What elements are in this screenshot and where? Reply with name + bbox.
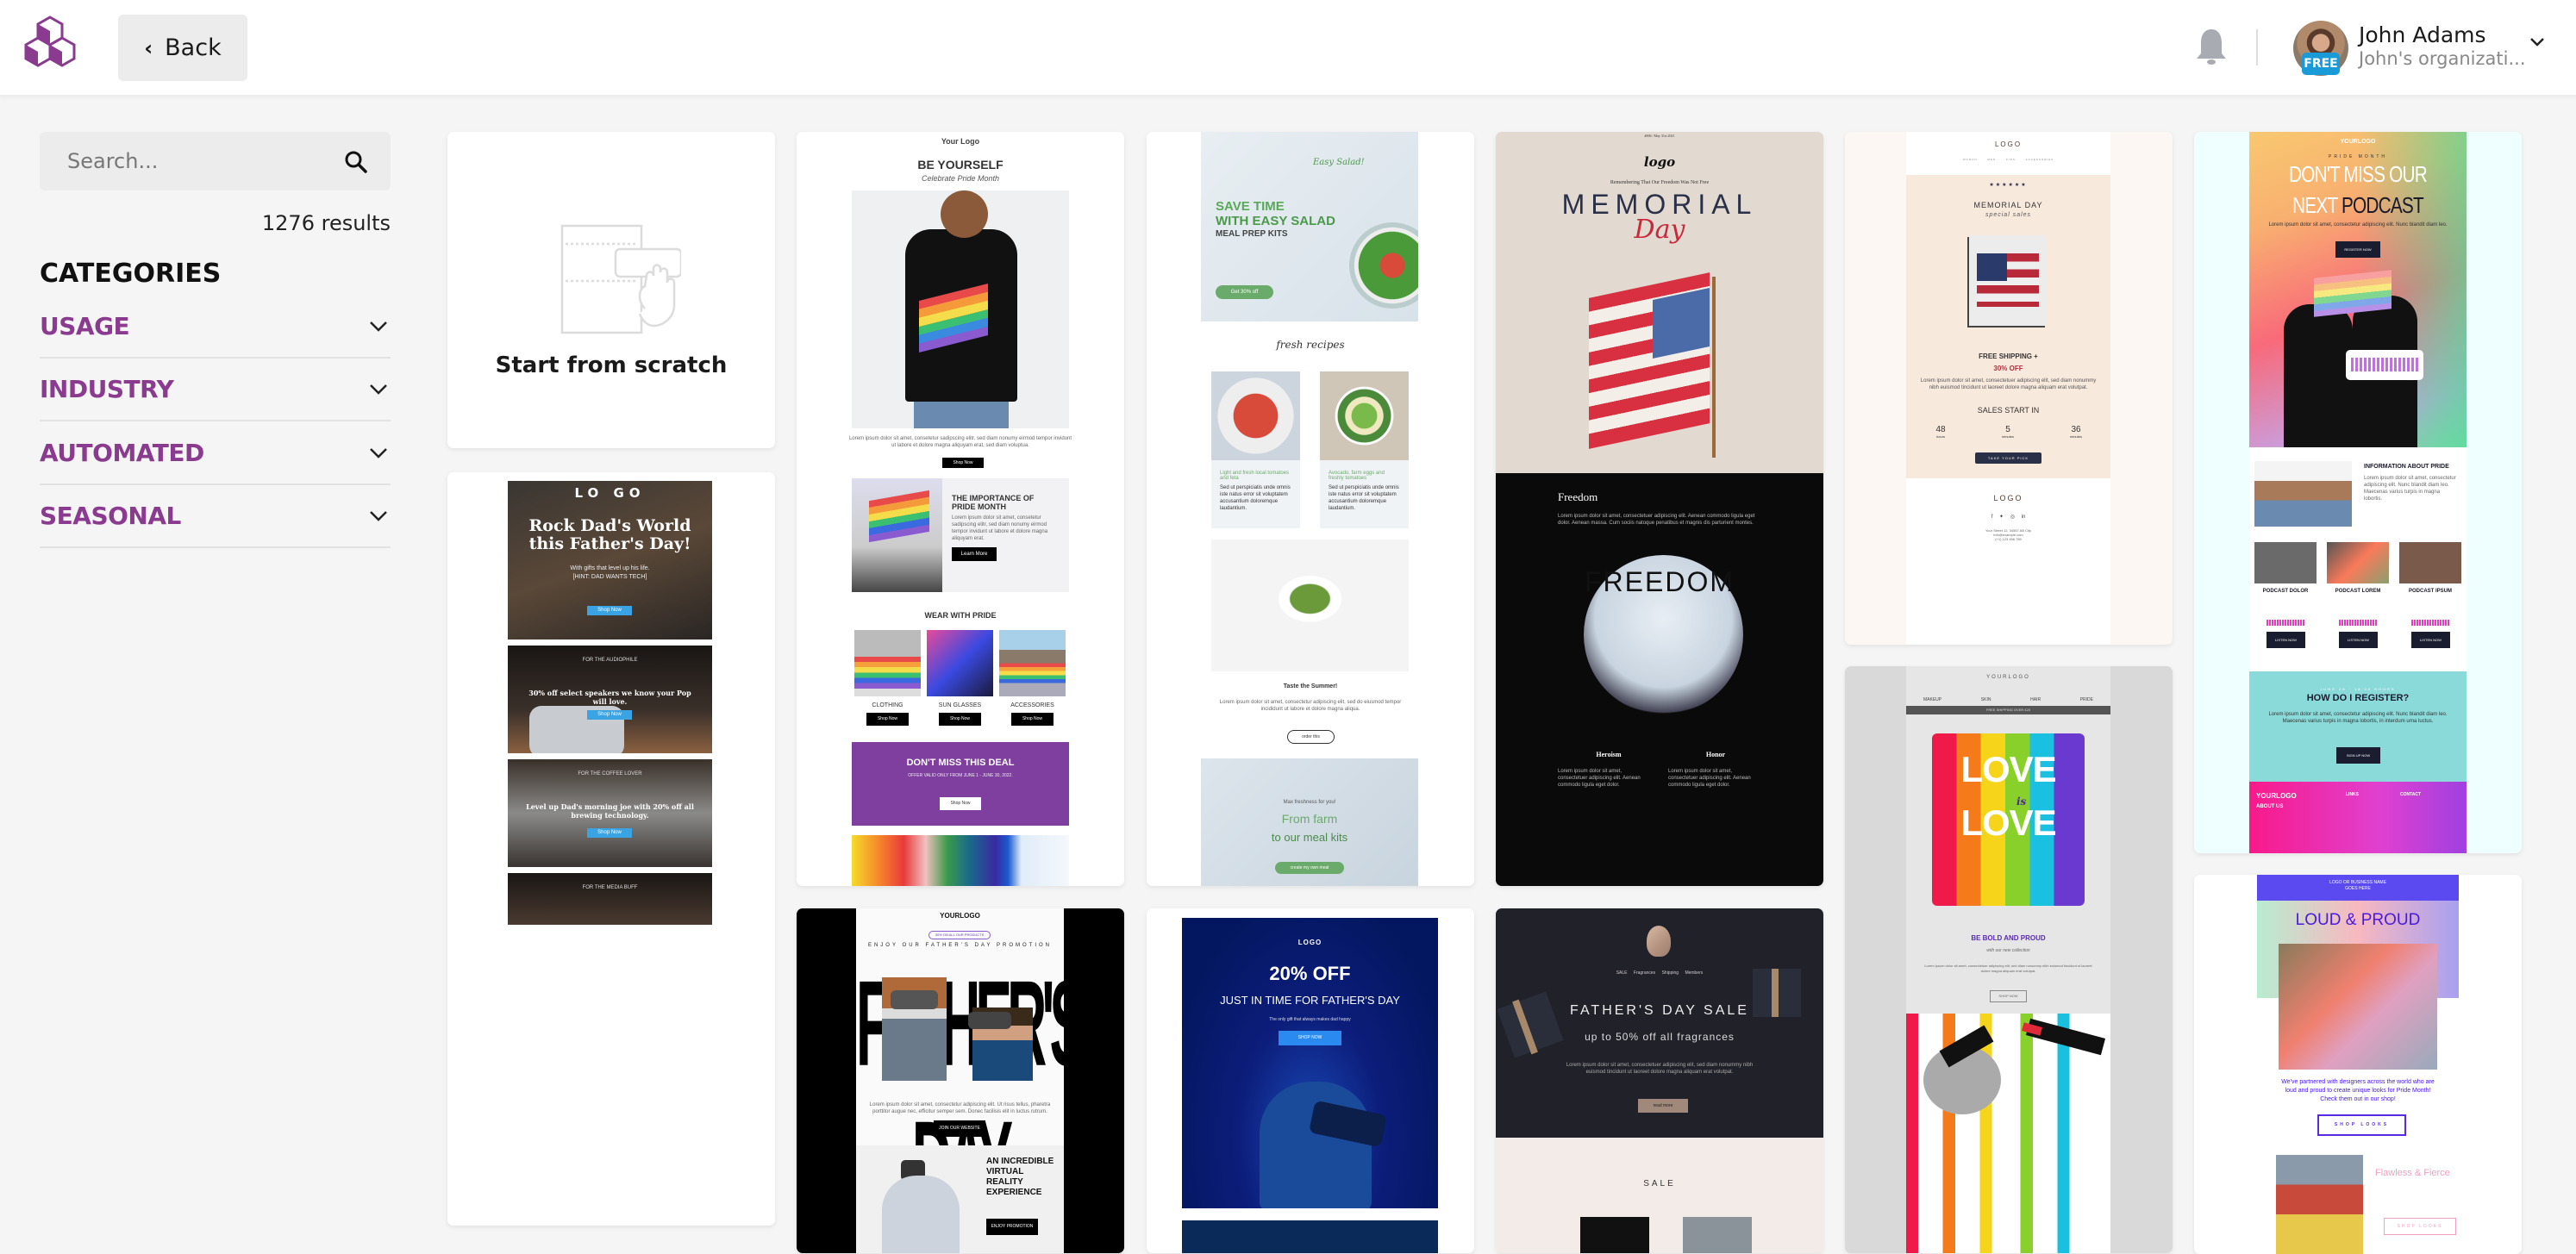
email-hero: YOURLOGO PRIDE MONTH DON'T MISS OUR NEXT…: [2249, 132, 2467, 447]
back-label: Back: [165, 34, 222, 61]
drag-drop-icon: [560, 224, 681, 334]
categories-heading: CATEGORIES: [40, 259, 222, 289]
header-divider: [2256, 29, 2258, 66]
start-from-scratch-label: Start from scratch: [495, 352, 728, 378]
template-card-pride-podcast[interactable]: YOURLOGO PRIDE MONTH DON'T MISS OUR NEXT…: [2194, 132, 2522, 853]
category-usage[interactable]: USAGE: [40, 296, 391, 359]
chevron-left-icon: ‹: [144, 35, 153, 60]
template-card-be-yourself[interactable]: Your Logo BE YOURSELF Celebrate Pride Mo…: [797, 132, 1124, 886]
plan-badge: FREE: [2302, 53, 2340, 75]
category-label: USAGE: [40, 312, 130, 340]
app-logo-icon[interactable]: [19, 16, 81, 79]
email-body: YOURLOGO 30% ON ALL OUR PRODUCTS ENJOY O…: [856, 908, 1064, 1253]
email-deal-banner: DON'T MISS THIS DEAL OFFER VALID ONLY FR…: [852, 742, 1069, 826]
template-card-20-off[interactable]: LOGO 20% OFF JUST IN TIME FOR FATHER'S D…: [1147, 908, 1474, 1253]
template-card-rock-dads-world[interactable]: LO GO Rock Dad's World this Father's Day…: [447, 472, 775, 1226]
template-card-memorial-day[interactable]: #006 / May 31st 2021 logo Remembering Th…: [1496, 132, 1823, 886]
notification-bell-icon[interactable]: [2194, 26, 2229, 67]
email-hero: LO GO Rock Dad's World this Father's Day…: [508, 481, 712, 639]
email-section: Freedom Lorem ipsum dolor sit amet, cons…: [1496, 473, 1823, 886]
template-card-easy-salad[interactable]: Easy Salad! SAVE TIME WITH EASY SALAD ME…: [1147, 132, 1474, 886]
email-body: YOURLOGO MAKEUP SKIN HAIR PRIDE FREE SHIPPI…: [1906, 666, 2110, 1253]
template-card-loud-proud[interactable]: LOGO OR BUSINESS NAME GOES HERE LOUD & P…: [2194, 875, 2522, 1254]
email-hero: SALE Fragrances Shipping Members FATHER'…: [1496, 908, 1823, 1138]
email-section: Max freshness for you! From farm to our …: [1201, 758, 1418, 886]
chevron-down-icon: [370, 447, 387, 459]
chevron-down-icon: [370, 384, 387, 395]
search-input[interactable]: [67, 132, 343, 190]
back-button[interactable]: ‹ Back: [118, 15, 247, 81]
chevron-down-icon: [370, 510, 387, 521]
search-box: [40, 132, 391, 190]
category-label: AUTOMATED: [40, 439, 204, 467]
top-header: ‹ Back FREE John Adams John's organizati…: [0, 0, 2576, 97]
email-section: FOR THE COFFEE LOVER Level up Dad's morn…: [508, 759, 712, 867]
template-card-fathers-day-sale[interactable]: SALE Fragrances Shipping Members FATHER'…: [1496, 908, 1823, 1253]
category-automated[interactable]: AUTOMATED: [40, 422, 391, 485]
email-footer: YOURLOGO ABOUT US LINKS CONTACT: [2249, 782, 2467, 853]
category-industry[interactable]: INDUSTRY: [40, 359, 391, 421]
email-hero-image: [852, 190, 1069, 428]
email-section: INFORMATION ABOUT PRIDE Lorem ipsum dolo…: [2249, 447, 2467, 706]
user-name[interactable]: John Adams: [2359, 22, 2486, 47]
email-body: LOGO WOMAN MEN KIDS ACCESSORIES ★★★★★★ M…: [1906, 132, 2110, 645]
template-card-memorial-day-sales[interactable]: LOGO WOMAN MEN KIDS ACCESSORIES ★★★★★★ M…: [1845, 132, 2173, 645]
user-organization[interactable]: John's organizati...: [2359, 48, 2526, 69]
countdown-seconds: 36 minutes: [2069, 425, 2082, 439]
chevron-down-icon[interactable]: [2529, 33, 2546, 50]
search-icon[interactable]: [344, 150, 368, 174]
email-section: FOR THE AUDIOPHILE 30% off select speake…: [508, 646, 712, 753]
email-section: FOR THE MEDIA BUFF: [508, 873, 712, 925]
chevron-down-icon: [370, 321, 387, 332]
email-header: LOGO OR BUSINESS NAME GOES HERE: [2257, 875, 2459, 901]
email-hero: Easy Salad! SAVE TIME WITH EASY SALAD ME…: [1201, 132, 1418, 321]
countdown-minutes: 5 minutes: [2001, 425, 2014, 439]
email-hero: LOGO 20% OFF JUST IN TIME FOR FATHER'S D…: [1182, 918, 1438, 1208]
results-count: 1276 results: [261, 211, 391, 235]
email-section: JUNE 28 · 18:00 HOURS HOW DO I REGISTER?…: [2249, 671, 2467, 782]
category-seasonal[interactable]: SEASONAL: [40, 485, 391, 548]
template-card-start-from-scratch[interactable]: Start from scratch: [447, 132, 775, 448]
countdown-hours: 48 hours: [1935, 425, 1946, 439]
category-label: INDUSTRY: [40, 375, 174, 403]
email-section: THE IMPORTANCE OF PRIDE MONTH Lorem ipsu…: [852, 478, 1069, 592]
template-card-love-is-love[interactable]: YOURLOGO MAKEUP SKIN HAIR PRIDE FREE SHIPPI…: [1845, 666, 2173, 1253]
template-card-vr-fathers-day[interactable]: YOURLOGO 30% ON ALL OUR PRODUCTS ENJOY O…: [797, 908, 1124, 1253]
category-label: SEASONAL: [40, 502, 181, 530]
